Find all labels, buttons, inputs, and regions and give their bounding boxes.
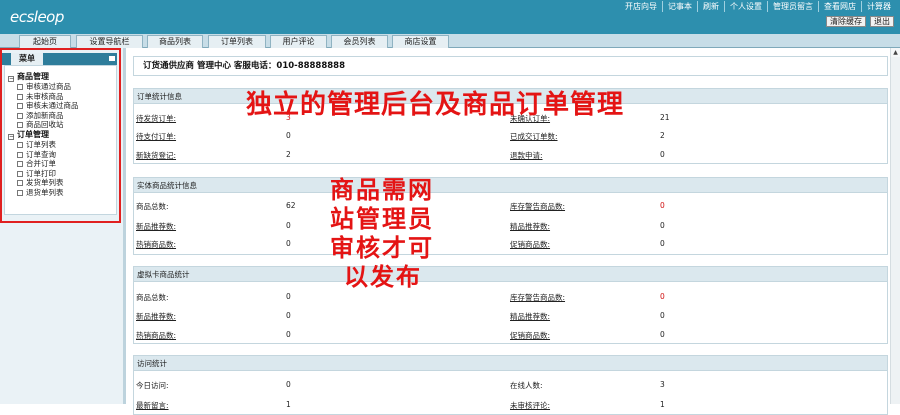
stat-value: 0	[286, 292, 291, 301]
stat-value: 0	[660, 201, 665, 210]
stat-label[interactable]: 热销商品数:	[136, 330, 176, 341]
top-link-admin-messages[interactable]: 管理员留言	[768, 1, 819, 12]
stat-label[interactable]: 库存警告商品数:	[510, 292, 565, 303]
stat-label: 在线人数:	[510, 381, 543, 390]
stat-label[interactable]: 新缺货登记:	[136, 150, 176, 161]
stat-value: 0	[286, 330, 291, 339]
annotation-note: 商品需网 站管理员 审核才可 以发布	[330, 176, 434, 292]
stat-label[interactable]: 未审核评论:	[510, 400, 550, 411]
clear-cache-button[interactable]: 清除缓存	[826, 16, 866, 27]
stat-label[interactable]: 退款申请:	[510, 150, 543, 161]
stat-value: 0	[286, 221, 291, 230]
tab-home[interactable]: 起始页	[19, 35, 71, 48]
top-link-notepad[interactable]: 记事本	[663, 1, 698, 12]
stat-value: 0	[660, 311, 665, 320]
stat-label[interactable]: 库存警告商品数:	[510, 201, 565, 212]
stat-value: 21	[660, 113, 670, 122]
annotation-headline: 独立的管理后台及商品订单管理	[246, 90, 625, 120]
panel-title: 实体商品统计信息	[134, 178, 887, 193]
stat-value: 0	[286, 311, 291, 320]
stat-value: 0	[660, 239, 665, 248]
annotation-note-line: 审核才可	[330, 234, 434, 262]
stat-label[interactable]: 最新留言:	[136, 400, 169, 411]
stat-label[interactable]: 促销商品数:	[510, 330, 550, 341]
top-bar: ecsleop 开店向导 记事本 刷新 个人设置 管理员留言 查看网店 计算器 …	[0, 0, 900, 34]
stat-label[interactable]: 待支付订单:	[136, 131, 176, 142]
top-links: 开店向导 记事本 刷新 个人设置 管理员留言 查看网店 计算器	[620, 1, 896, 12]
stat-value: 0	[286, 131, 291, 140]
top-link-personal-settings[interactable]: 个人设置	[725, 1, 768, 12]
stat-label: 商品总数:	[136, 293, 169, 302]
stat-value: 3	[660, 380, 665, 389]
scroll-up-icon[interactable]: ▲	[891, 48, 900, 57]
highlight-box	[0, 48, 121, 223]
stat-label[interactable]: 新品推荐数:	[136, 221, 176, 232]
stat-label[interactable]: 待发货订单:	[136, 113, 176, 124]
tab-bar: 起始页 设置导航栏 商品列表 订单列表 用户评论 会员列表 商店设置	[0, 34, 900, 48]
logo: ecsleop	[10, 8, 64, 26]
tab-nav-settings[interactable]: 设置导航栏	[76, 35, 143, 48]
stat-label[interactable]: 精品推荐数:	[510, 311, 550, 322]
stat-label: 商品总数:	[136, 202, 169, 211]
panel-visit-stats: 访问统计 今日访问: 0 在线人数: 3 最新留言: 1 未审核评论: 1	[133, 355, 888, 415]
stat-value: 0	[660, 330, 665, 339]
stat-label[interactable]: 已成交订单数:	[510, 131, 558, 142]
stat-value: 0	[286, 239, 291, 248]
stat-label[interactable]: 精品推荐数:	[510, 221, 550, 232]
annotation-note-line: 以发布	[344, 263, 422, 291]
stat-value: 0	[286, 380, 291, 389]
panel-title: 访问统计	[134, 356, 887, 371]
top-buttons: 清除缓存 退出	[826, 16, 894, 27]
logout-button[interactable]: 退出	[870, 16, 894, 27]
tab-member-list[interactable]: 会员列表	[331, 35, 388, 48]
stat-value: 0	[660, 150, 665, 159]
stat-value: 0	[660, 292, 665, 301]
stat-value: 0	[660, 221, 665, 230]
stat-label[interactable]: 新品推荐数:	[136, 311, 176, 322]
top-link-calculator[interactable]: 计算器	[862, 1, 896, 12]
top-link-refresh[interactable]: 刷新	[698, 1, 725, 12]
vertical-scrollbar[interactable]: ▲	[890, 48, 900, 404]
stat-value: 1	[660, 400, 665, 409]
top-link-setup-wizard[interactable]: 开店向导	[620, 1, 663, 12]
panel-goods-stats: 实体商品统计信息 商品总数: 62 库存警告商品数: 0 新品推荐数: 0 精品…	[133, 177, 888, 255]
panel-virtual-card-stats: 虚拟卡商品统计 商品总数: 0 库存警告商品数: 0 新品推荐数: 0 精品推荐…	[133, 266, 888, 344]
tab-order-list[interactable]: 订单列表	[208, 35, 266, 48]
annotation-note-line: 站管理员	[330, 205, 434, 233]
top-link-view-store[interactable]: 查看网店	[819, 1, 862, 12]
stat-value: 62	[286, 201, 296, 210]
tab-goods-list[interactable]: 商品列表	[147, 35, 203, 48]
panel-title: 虚拟卡商品统计	[134, 267, 887, 282]
tab-store-settings[interactable]: 商店设置	[392, 35, 449, 48]
stat-label[interactable]: 热销商品数:	[136, 239, 176, 250]
annotation-note-line: 商品需网	[330, 176, 434, 204]
stat-label[interactable]: 促销商品数:	[510, 239, 550, 250]
stat-value: 2	[660, 131, 665, 140]
store-info: 订货通供应商 管理中心 客服电话：010-88888888	[133, 56, 888, 76]
stat-label: 今日访问:	[136, 381, 169, 390]
stat-value: 2	[286, 150, 291, 159]
stat-value: 1	[286, 400, 291, 409]
tab-user-comments[interactable]: 用户评论	[270, 35, 327, 48]
